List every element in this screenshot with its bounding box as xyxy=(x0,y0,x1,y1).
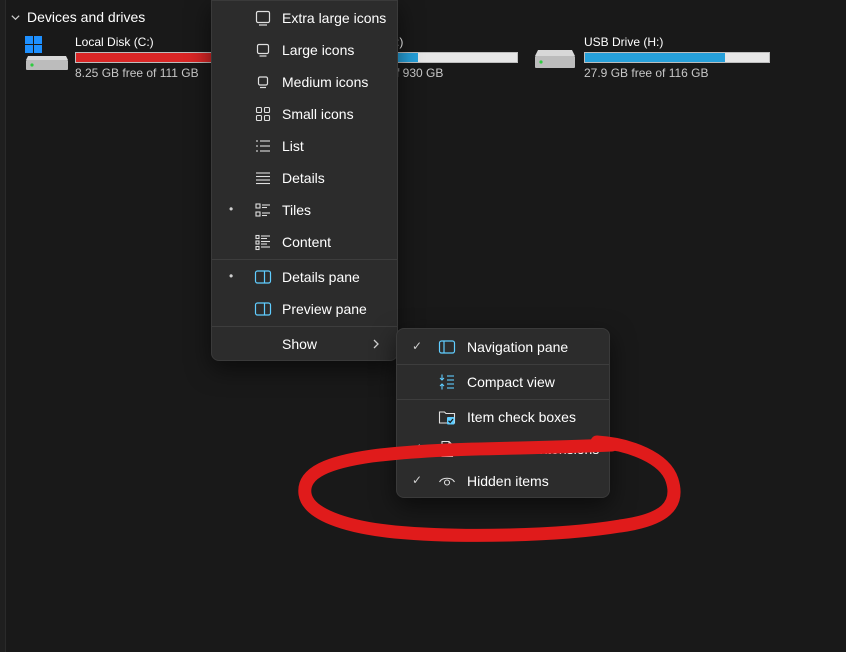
menu-item-label: List xyxy=(282,138,304,154)
menu-item-label: File name extensions xyxy=(467,441,600,457)
menu-item-content[interactable]: Content xyxy=(212,226,397,258)
menu-item-medium-icons[interactable]: Medium icons xyxy=(212,66,397,98)
menu-item-label: Details xyxy=(282,170,325,186)
drive-free-space: f 930 GB xyxy=(396,66,444,80)
item-check-boxes-icon xyxy=(438,411,456,425)
drive-name: USB Drive (H:) xyxy=(584,35,664,49)
menu-item-details[interactable]: Details xyxy=(212,162,397,194)
content-icon xyxy=(255,234,270,251)
menu-item-label: Navigation pane xyxy=(467,339,569,355)
selected-dot-icon: • xyxy=(229,269,234,283)
menu-item-details-pane[interactable]: • Details pane xyxy=(212,261,397,293)
chevron-right-icon xyxy=(373,339,379,349)
check-icon: ✓ xyxy=(412,441,423,455)
menu-item-preview-pane[interactable]: Preview pane xyxy=(212,293,397,325)
drive-free-space: 8.25 GB free of 111 GB xyxy=(75,66,199,80)
menu-item-label: Large icons xyxy=(282,42,355,58)
menu-item-label: Item check boxes xyxy=(467,409,576,425)
drive-usage-bar xyxy=(584,52,770,63)
check-icon: ✓ xyxy=(412,339,423,353)
medium-icons-icon xyxy=(257,76,269,89)
list-icon xyxy=(256,140,270,152)
compact-view-icon xyxy=(439,374,454,390)
drive-usage-fill xyxy=(585,53,725,62)
menu-item-label: Extra large icons xyxy=(282,10,387,26)
large-icons-icon xyxy=(256,43,270,57)
extra-large-icons-icon xyxy=(255,10,271,26)
menu-item-list[interactable]: List xyxy=(212,130,397,162)
usb-drive-icon xyxy=(535,50,575,68)
section-title: Devices and drives xyxy=(27,9,146,25)
windows-drive-icon xyxy=(25,36,68,70)
menu-item-label: Tiles xyxy=(282,202,312,218)
menu-item-label: Hidden items xyxy=(467,473,549,489)
menu-item-label: Medium icons xyxy=(282,74,369,90)
menu-separator xyxy=(212,259,397,260)
details-icon xyxy=(256,172,270,185)
chevron-down-icon xyxy=(11,14,20,20)
menu-item-file-name-extensions[interactable]: ✓ File name extensions xyxy=(397,433,609,465)
window-left-edge xyxy=(0,0,6,652)
menu-item-label: Content xyxy=(282,234,332,250)
drive-name: Local Disk (C:) xyxy=(75,35,154,49)
menu-item-label: Details pane xyxy=(282,269,360,285)
tiles-icon xyxy=(255,203,270,217)
drive-usb-h[interactable]: USB Drive (H:) 27.9 GB free of 116 GB xyxy=(533,34,783,84)
show-submenu: ✓ Navigation pane Compact view Item chec… xyxy=(396,328,610,498)
menu-item-small-icons[interactable]: Small icons xyxy=(212,98,397,130)
menu-item-large-icons[interactable]: Large icons xyxy=(212,34,397,66)
menu-item-show[interactable]: Show xyxy=(212,328,397,360)
menu-separator xyxy=(212,326,397,327)
menu-item-tiles[interactable]: • Tiles xyxy=(212,194,397,226)
menu-item-item-check-boxes[interactable]: Item check boxes xyxy=(397,401,609,433)
view-menu: Extra large icons Large icons Medium ico… xyxy=(211,0,398,361)
menu-item-hidden-items[interactable]: ✓ Hidden items xyxy=(397,465,609,497)
menu-item-label: Small icons xyxy=(282,106,354,122)
menu-separator xyxy=(397,399,609,400)
details-pane-icon xyxy=(254,270,272,284)
menu-item-extra-large-icons[interactable]: Extra large icons xyxy=(212,2,397,34)
menu-item-label: Show xyxy=(282,336,318,352)
menu-separator xyxy=(397,364,609,365)
navigation-pane-icon xyxy=(438,340,456,354)
check-icon: ✓ xyxy=(412,473,423,487)
menu-item-label: Preview pane xyxy=(282,301,367,317)
menu-item-label: Compact view xyxy=(467,374,555,390)
devices-and-drives-header[interactable]: Devices and drives xyxy=(10,7,145,27)
red-circle-annotation xyxy=(298,435,681,542)
preview-pane-icon xyxy=(254,302,272,316)
selected-dot-icon: • xyxy=(229,202,234,216)
hidden-items-icon xyxy=(439,477,455,486)
menu-item-navigation-pane[interactable]: ✓ Navigation pane xyxy=(397,331,609,363)
small-icons-icon xyxy=(255,106,271,122)
file-name-extensions-icon xyxy=(441,440,454,458)
menu-item-compact-view[interactable]: Compact view xyxy=(397,366,609,398)
drive-free-space: 27.9 GB free of 116 GB xyxy=(584,66,709,80)
